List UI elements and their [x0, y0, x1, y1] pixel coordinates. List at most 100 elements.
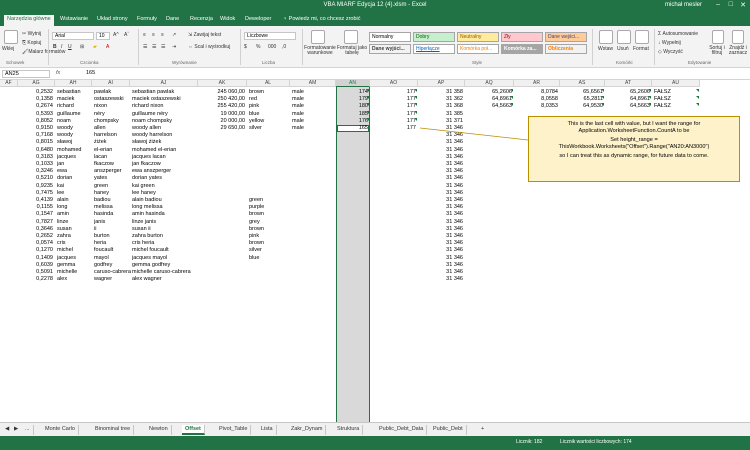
tell-me-box[interactable]: ♀ Powiedz mi, co chcesz zrobić: [283, 16, 361, 22]
cell-aj-r7[interactable]: woody harrelson: [132, 132, 210, 139]
cell-al-r5[interactable]: yellow: [249, 118, 288, 125]
cell-ao-r5[interactable]: 177: [372, 118, 416, 125]
minimize-icon[interactable]: –: [716, 1, 720, 8]
close-icon[interactable]: ✕: [740, 1, 746, 9]
cell-ah-r10[interactable]: jacques: [57, 154, 90, 161]
cell-ap-r20[interactable]: 31 346: [420, 226, 463, 233]
wrap-text-button[interactable]: ⇲ Zawijaj tekst: [188, 32, 221, 38]
paste-button[interactable]: Wklej: [2, 46, 14, 52]
cell-ag-r14[interactable]: 0,9235: [20, 183, 53, 190]
sheet-tab-binominal-tree[interactable]: Binominal tree: [92, 425, 135, 435]
cell-aj-r10[interactable]: jacques lacan: [132, 154, 210, 161]
column-header-ak[interactable]: AK: [198, 80, 247, 87]
cell-ag-r20[interactable]: 0,3646: [20, 226, 53, 233]
cell-ah-r8[interactable]: sławoj: [57, 139, 90, 146]
cell-ap-r24[interactable]: 31 346: [420, 255, 463, 262]
align-right-icon[interactable]: ☰: [161, 44, 165, 50]
sheet-tab-struktura[interactable]: Struktura: [334, 425, 364, 435]
delete-cells-button[interactable]: Usuń: [617, 46, 629, 52]
cell-an-r6[interactable]: 165: [338, 125, 368, 132]
cell-ah-r5[interactable]: noam: [57, 118, 90, 125]
align-top-icon[interactable]: ≡: [143, 32, 146, 38]
indent-icon[interactable]: ⇥: [172, 44, 176, 50]
cell-ag-r7[interactable]: 0,7168: [20, 132, 53, 139]
cell-ag-r23[interactable]: 0,1270: [20, 247, 53, 254]
sheet-tab-monte-carlo[interactable]: Monte Carlo: [42, 425, 79, 435]
cell-aj-r20[interactable]: susan ii: [132, 226, 210, 233]
cell-ag-r21[interactable]: 0,2652: [20, 233, 53, 240]
cell-am-r5[interactable]: male: [292, 118, 334, 125]
cell-ah-r6[interactable]: woody: [57, 125, 90, 132]
cell-ag-r1[interactable]: 0,2532: [20, 89, 53, 96]
cell-ah-r20[interactable]: susan: [57, 226, 90, 233]
cell-ak-r5[interactable]: 20 000,00: [200, 118, 245, 125]
column-header-al[interactable]: AL: [247, 80, 290, 87]
cell-aj-r1[interactable]: sebastian pawlak: [132, 89, 210, 96]
cell-ag-r2[interactable]: 0,1358: [20, 96, 53, 103]
cell-aj-r3[interactable]: richard nixon: [132, 103, 210, 110]
column-header-ai[interactable]: AI: [92, 80, 130, 87]
cell-al-r21[interactable]: pink: [249, 233, 288, 240]
cell-ag-r25[interactable]: 0,6039: [20, 262, 53, 269]
tab-view[interactable]: Widok: [220, 16, 235, 22]
cell-an-r1[interactable]: 174: [338, 89, 368, 96]
cell-ah-r7[interactable]: woody: [57, 132, 90, 139]
cell-ap-r10[interactable]: 31 346: [420, 154, 463, 161]
sheet-tab-pivot-table[interactable]: Pivot_Table: [216, 425, 252, 435]
conditional-formatting-button[interactable]: Formatowanie warunkowe: [302, 46, 338, 56]
style-good[interactable]: Dobry: [413, 32, 455, 42]
cell-ah-r13[interactable]: dorian: [57, 175, 90, 182]
cell-al-r19[interactable]: grey: [249, 219, 288, 226]
column-header-ap[interactable]: AP: [418, 80, 465, 87]
cell-aq-r3[interactable]: 64,5663: [467, 103, 512, 110]
cell-aj-r23[interactable]: michel foucault: [132, 247, 210, 254]
cell-aj-r6[interactable]: woody allen: [132, 125, 210, 132]
cell-ap-r18[interactable]: 31 346: [420, 211, 463, 218]
column-header-af[interactable]: AF: [0, 80, 18, 87]
cell-aj-r17[interactable]: long melissa: [132, 204, 210, 211]
column-header-as[interactable]: AS: [560, 80, 605, 87]
cell-aj-r24[interactable]: jacques mayol: [132, 255, 210, 262]
cell-ar-r3[interactable]: 8,0353: [516, 103, 558, 110]
cell-am-r2[interactable]: male: [292, 96, 334, 103]
borders-icon[interactable]: ⊞: [80, 44, 84, 50]
cell-ah-r1[interactable]: sebastian: [57, 89, 90, 96]
cell-ap-r5[interactable]: 31 371: [420, 118, 463, 125]
sheet-tab-public-debt-data[interactable]: Public_Debt_Data: [376, 425, 428, 435]
cell-aj-r13[interactable]: dorian yates: [132, 175, 210, 182]
sheet-tab-lista[interactable]: Lista: [258, 425, 277, 435]
cell-ap-r23[interactable]: 31 346: [420, 247, 463, 254]
font-color-icon[interactable]: A: [106, 44, 109, 50]
cell-ah-r18[interactable]: amin: [57, 211, 90, 218]
fx-icon[interactable]: fx: [56, 70, 60, 76]
format-table-icon[interactable]: [344, 30, 358, 44]
cell-al-r17[interactable]: purple: [249, 204, 288, 211]
cell-aj-r25[interactable]: gemma godfrey: [132, 262, 210, 269]
cell-ah-r17[interactable]: long: [57, 204, 90, 211]
cell-al-r16[interactable]: green: [249, 197, 288, 204]
conditional-formatting-icon[interactable]: [311, 30, 325, 44]
cell-ag-r24[interactable]: 0,1409: [20, 255, 53, 262]
cell-ap-r27[interactable]: 31 346: [420, 276, 463, 283]
format-painter-button[interactable]: 🖌Malarz formatów: [22, 49, 65, 55]
clear-button[interactable]: ◇ Wyczyść: [658, 49, 683, 55]
cell-ah-r19[interactable]: linze: [57, 219, 90, 226]
cell-aj-r14[interactable]: kai green: [132, 183, 210, 190]
align-left-icon[interactable]: ☰: [143, 44, 147, 50]
cell-aj-r8[interactable]: sławoj żiżek: [132, 139, 210, 146]
cell-aj-r15[interactable]: lee haney: [132, 190, 210, 197]
cell-ap-r8[interactable]: 31 346: [420, 139, 463, 146]
cell-aj-r12[interactable]: ewa anszperger: [132, 168, 210, 175]
cell-ap-r21[interactable]: 31 346: [420, 233, 463, 240]
currency-icon[interactable]: $: [244, 44, 247, 50]
cell-ah-r26[interactable]: michelle: [57, 269, 90, 276]
column-header-ah[interactable]: AH: [55, 80, 92, 87]
maximize-icon[interactable]: □: [729, 1, 733, 8]
style-input[interactable]: Dane wejści...: [545, 32, 587, 42]
cell-ap-r22[interactable]: 31 346: [420, 240, 463, 247]
cell-ak-r2[interactable]: 250 420,00: [200, 96, 245, 103]
cell-aj-r5[interactable]: noam chompsky: [132, 118, 210, 125]
cell-ap-r7[interactable]: 31 346: [420, 132, 463, 139]
cell-ap-r1[interactable]: 31 358: [420, 89, 463, 96]
cell-ao-r1[interactable]: 177: [372, 89, 416, 96]
